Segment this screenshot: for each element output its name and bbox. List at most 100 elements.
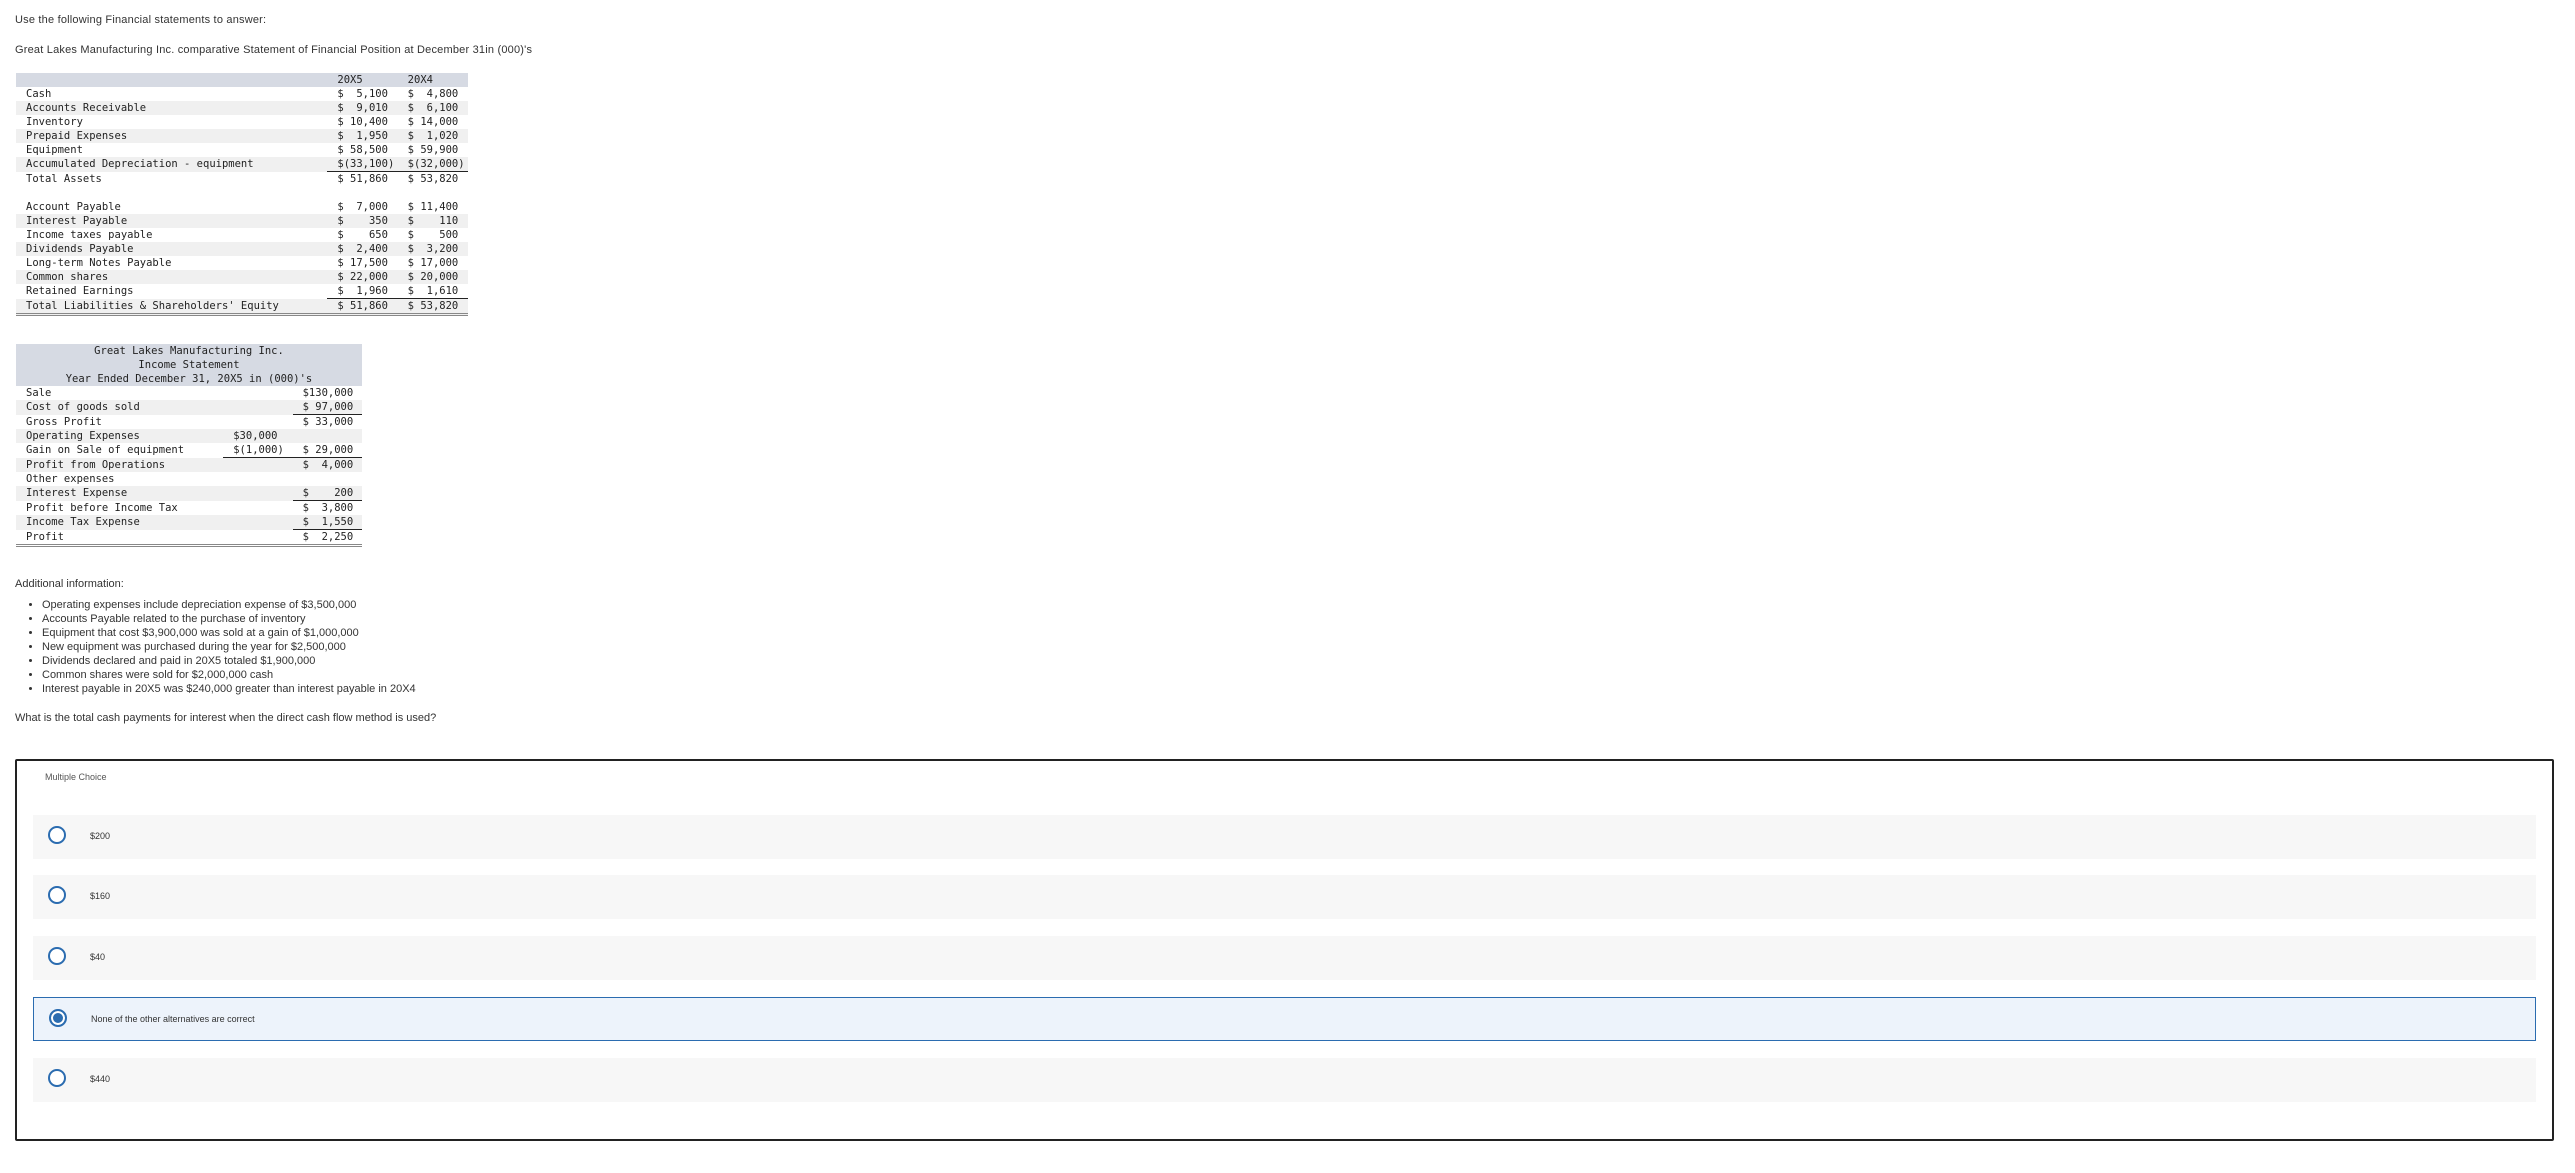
value-20x5: $ 5,100	[337, 88, 388, 100]
value-20x5: $ 17,500	[337, 257, 388, 269]
value-20x4: $ 20,000	[397, 270, 468, 284]
table-title-row: Income Statement	[16, 358, 362, 372]
radio-button-selected[interactable]	[49, 1009, 67, 1027]
row-label: Interest Payable	[16, 214, 328, 228]
table-header-cell: 20X5	[327, 73, 398, 87]
row-label: Cost of goods sold	[16, 400, 224, 415]
row-label: Retained Earnings	[26, 285, 134, 298]
table-row: Income Tax Expense $ 1,550	[16, 515, 362, 530]
choice-label: $40	[90, 952, 106, 962]
row-label	[16, 186, 327, 200]
value-outer	[292, 429, 362, 443]
list-item: Operating expenses include depreciation …	[42, 598, 416, 612]
table-row: Inventory $ 10,400 $ 14,000	[16, 115, 468, 129]
table-row: Income taxes payable $ 650 $ 500	[16, 228, 468, 242]
value-inner	[223, 501, 292, 516]
radio-button[interactable]	[48, 826, 66, 844]
value-20x4: $ 53,820	[407, 173, 459, 185]
multiple-choice-panel: Multiple Choice $200 $160 $40 None of th…	[15, 759, 2554, 1141]
table-row-total: Profit $ 2,250	[16, 529, 362, 547]
value-20x5: $ 9,010	[327, 101, 398, 115]
row-label: Long-term Notes Payable	[26, 257, 172, 269]
income-title-company: Great Lakes Manufacturing Inc.	[16, 344, 362, 358]
choice-option-1[interactable]: $200	[33, 815, 2536, 859]
value-20x4: $ 1,610	[397, 284, 468, 299]
table-title-row: Great Lakes Manufacturing Inc.	[16, 344, 362, 358]
value-outer: $ 3,800	[302, 502, 354, 514]
value-20x4: $ 3,200	[397, 242, 468, 256]
radio-button[interactable]	[48, 947, 66, 965]
value-20x4: $ 17,000	[407, 257, 459, 269]
choice-label: $160	[90, 891, 111, 901]
radio-button[interactable]	[48, 886, 66, 904]
statement-title: Great Lakes Manufacturing Inc. comparati…	[15, 44, 533, 56]
table-row: Interest Expense $ 200	[16, 486, 362, 501]
value-20x4: $ 53,820	[397, 298, 468, 316]
row-label: Equipment	[26, 144, 83, 156]
table-row: Operating Expenses $30,000	[16, 429, 362, 443]
balance-sheet-table: 20X5 20X4 Cash $ 5,100 $ 4,800 Accounts Re…	[16, 73, 468, 316]
value-20x5: $ 58,500	[337, 144, 388, 156]
value-outer	[293, 472, 362, 486]
radio-button[interactable]	[48, 1069, 66, 1087]
table-row: Accumulated Depreciation - equipment $(33…	[16, 157, 468, 172]
row-label: Other expenses	[26, 473, 115, 485]
question-text: What is the total cash payments for inte…	[15, 712, 437, 724]
value-outer: $130,000	[302, 387, 354, 399]
value-20x4: $(32,000)	[397, 157, 468, 172]
row-label: Operating Expenses	[16, 429, 224, 443]
value-20x5: $ 22,000	[327, 270, 398, 284]
value-inner	[223, 386, 292, 400]
instructions-text: Use the following Financial statements t…	[15, 14, 267, 26]
table-row: Retained Earnings $ 1,960 $ 1,610	[16, 284, 468, 299]
value-inner	[223, 529, 293, 547]
value-20x4: $ 6,100	[397, 101, 468, 115]
row-label: Cash	[26, 88, 52, 100]
row-label: Common shares	[16, 270, 328, 284]
list-item: New equipment was purchased during the y…	[42, 640, 416, 654]
row-label: Income taxes payable	[26, 229, 153, 241]
choice-option-2[interactable]: $160	[33, 875, 2536, 919]
row-label: Inventory	[26, 116, 83, 128]
value-inner	[223, 415, 292, 430]
choice-option-5[interactable]: $440	[33, 1058, 2536, 1102]
value-20x4	[398, 186, 468, 200]
value-20x4: $ 14,000	[407, 116, 459, 128]
value-20x4: $ 4,800	[407, 88, 459, 100]
value-inner	[223, 515, 293, 530]
table-row-total: Total Liabilities & Shareholders' Equity…	[16, 298, 468, 316]
value-20x5: $ 51,860	[327, 298, 398, 316]
row-label: Dividends Payable	[16, 242, 328, 256]
row-label: Income Tax Expense	[16, 515, 224, 530]
row-label: Profit before Income Tax	[26, 501, 178, 514]
table-title-row: Year Ended December 31, 20X5 in (000)'s	[16, 372, 362, 386]
row-label: Gain on Sale of equipment	[26, 444, 185, 457]
choice-option-3[interactable]: $40	[33, 936, 2536, 980]
value-20x4: $ 11,400	[407, 201, 459, 213]
value-20x5: $ 1,950	[327, 129, 398, 143]
table-row: Account Payable $ 7,000 $ 11,400	[16, 200, 468, 214]
list-item: Equipment that cost $3,900,000 was sold …	[42, 626, 416, 640]
additional-info-heading: Additional information:	[15, 578, 124, 590]
row-label: Total Assets	[26, 172, 102, 185]
table-header-row: 20X5 20X4	[16, 73, 468, 87]
value-20x5: $ 51,860	[337, 173, 388, 185]
value-outer: $ 29,000	[292, 443, 362, 458]
value-outer: $ 33,000	[302, 416, 354, 428]
value-outer: $ 200	[292, 486, 362, 501]
list-item: Dividends declared and paid in 20X5 tota…	[42, 654, 416, 668]
value-20x5: $ 650	[337, 229, 388, 241]
value-20x5: $(33,100)	[327, 157, 398, 172]
table-row: Other expenses	[16, 472, 362, 486]
table-row-total: Total Assets $ 51,860 $ 53,820	[16, 172, 468, 187]
table-row: Common shares $ 22,000 $ 20,000	[16, 270, 468, 284]
value-20x5	[327, 186, 397, 200]
value-outer: $ 2,250	[292, 529, 362, 547]
table-row: Cash $ 5,100 $ 4,800	[16, 87, 468, 101]
choice-label: None of the other alternatives are corre…	[91, 1014, 255, 1024]
choice-label: $200	[90, 831, 111, 841]
list-item: Interest payable in 20X5 was $240,000 gr…	[42, 682, 416, 696]
choice-option-4[interactable]: None of the other alternatives are corre…	[33, 997, 2536, 1041]
row-label: Total Liabilities & Shareholders' Equity	[16, 298, 328, 316]
row-label: Accumulated Depreciation - equipment	[16, 157, 328, 172]
